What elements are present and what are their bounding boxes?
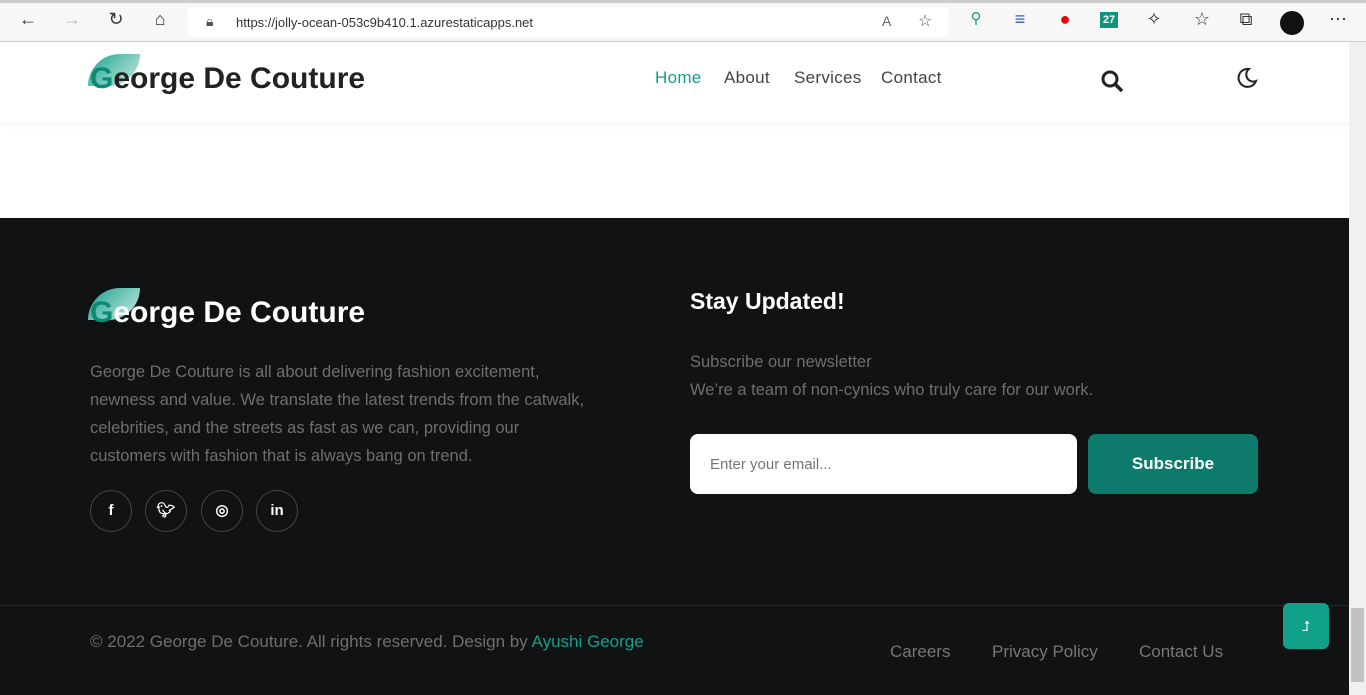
nav-home[interactable]: Home — [655, 68, 702, 88]
facebook-icon[interactable]: f — [90, 490, 132, 532]
instagram-icon[interactable]: ◎ — [201, 490, 243, 532]
nav-services[interactable]: Services — [794, 68, 862, 88]
scrollbar-thumb[interactable] — [1351, 608, 1364, 682]
scrollbar[interactable] — [1349, 42, 1366, 695]
home-icon[interactable]: ⌂ — [146, 9, 174, 30]
calendar-extension-icon[interactable]: 27 — [1095, 12, 1123, 28]
footer-link-privacy[interactable]: Privacy Policy — [992, 642, 1098, 662]
profile-avatar[interactable] — [1280, 11, 1304, 35]
copyright-text: © 2022 George De Couture. All rights res… — [90, 632, 532, 651]
logo-letter: G — [90, 296, 114, 329]
favorites-icon[interactable]: ☆ — [1188, 9, 1216, 30]
back-icon[interactable]: ← — [14, 9, 42, 30]
copyright: © 2022 George De Couture. All rights res… — [90, 632, 644, 652]
lock-icon: 🔒︎ — [206, 13, 214, 29]
footer-divider — [0, 605, 1349, 606]
arrow-up-icon: ⮥ — [1301, 618, 1311, 634]
newsletter-line-1: Subscribe our newsletter — [690, 353, 872, 371]
add-favorite-icon[interactable]: ☆ — [918, 11, 932, 31]
site-logo[interactable]: George De Couture — [88, 54, 366, 96]
site-header: George De Couture Home About Services Co… — [0, 42, 1349, 122]
refresh-icon[interactable]: ↻ — [102, 9, 130, 30]
subscribe-button[interactable]: Subscribe — [1088, 434, 1258, 494]
newsletter-text: Subscribe our newsletter We’re a team of… — [690, 348, 1093, 404]
search-icon[interactable] — [1100, 69, 1126, 95]
logo-letter: G — [90, 62, 114, 95]
newsletter-line-2: We’re a team of non-cynics who truly car… — [690, 381, 1094, 399]
back-to-top-button[interactable]: ⮥ — [1283, 603, 1329, 649]
page: George De Couture Home About Services Co… — [0, 42, 1349, 695]
address-bar[interactable]: 🔒︎ https://jolly-ocean-053c9b410.1.azure… — [188, 7, 948, 37]
dark-mode-moon-icon[interactable] — [1235, 66, 1259, 90]
url-text: https://jolly-ocean-053c9b410.1.azuresta… — [236, 15, 534, 30]
nav-contact[interactable]: Contact — [881, 68, 942, 88]
more-icon[interactable]: ⋯ — [1324, 9, 1352, 30]
author-link[interactable]: Ayushi George — [532, 632, 644, 651]
linkedin-icon[interactable]: in — [256, 490, 298, 532]
search-extension-icon[interactable]: ⚲ — [962, 9, 990, 27]
read-aloud-icon[interactable]: A — [882, 13, 891, 29]
browser-toolbar: ← → ↻ ⌂ 🔒︎ https://jolly-ocean-053c9b410… — [0, 0, 1366, 42]
newsletter-title: Stay Updated! — [690, 288, 845, 314]
site-footer: George De Couture George De Couture is a… — [0, 218, 1349, 695]
footer-link-contact[interactable]: Contact Us — [1139, 642, 1223, 662]
extension-icon[interactable]: ≡ — [1006, 9, 1034, 30]
adblock-icon[interactable]: ● — [1051, 9, 1079, 30]
forward-icon[interactable]: → — [58, 9, 86, 30]
footer-logo[interactable]: George De Couture — [88, 288, 366, 330]
footer-link-careers[interactable]: Careers — [890, 642, 950, 662]
twitter-icon[interactable]: 🐦︎ — [145, 490, 187, 532]
extensions-icon[interactable]: ✧ — [1140, 9, 1168, 30]
about-text: George De Couture is all about deliverin… — [90, 363, 585, 465]
email-input[interactable] — [690, 434, 1077, 494]
logo-text: eorge De Couture — [113, 296, 366, 329]
logo-text: eorge De Couture — [113, 62, 366, 95]
collections-icon[interactable]: ⧉ — [1232, 9, 1260, 30]
nav-about[interactable]: About — [724, 68, 770, 88]
